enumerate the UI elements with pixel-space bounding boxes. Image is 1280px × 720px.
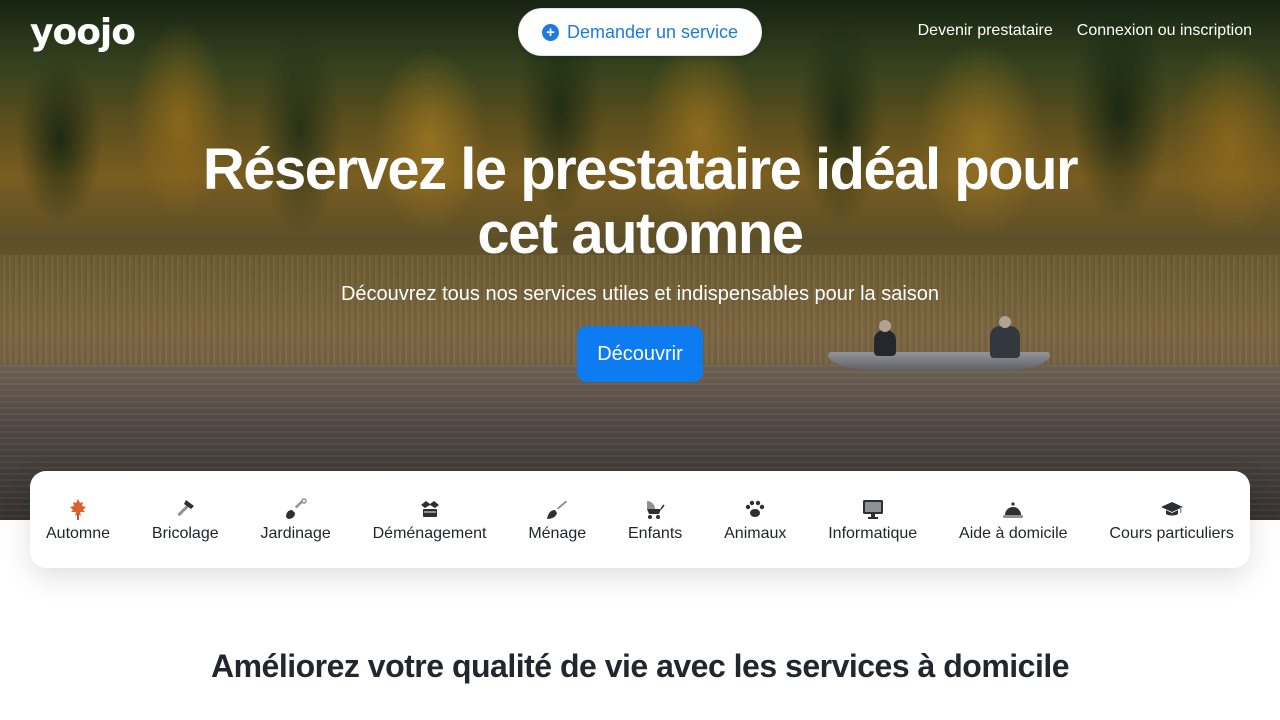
category-diy[interactable]: Bricolage <box>152 497 219 543</box>
top-nav: Devenir prestataire Connexion ou inscrip… <box>918 22 1252 40</box>
login-link[interactable]: Connexion ou inscription <box>1077 22 1252 40</box>
monitor-icon <box>861 497 885 521</box>
category-it[interactable]: Informatique <box>828 497 917 543</box>
paw-icon <box>743 497 767 521</box>
category-label: Enfants <box>628 524 683 542</box>
shovel-icon <box>284 497 308 521</box>
category-label: Aide à domicile <box>959 524 1068 542</box>
request-service-label: Demander un service <box>566 21 739 42</box>
category-cleaning[interactable]: Ménage <box>528 497 586 543</box>
category-animals[interactable]: Animaux <box>724 497 786 543</box>
plus-circle-icon: + <box>541 23 559 41</box>
category-label: Bricolage <box>151 524 219 542</box>
become-provider-link[interactable]: Devenir prestataire <box>918 22 1053 40</box>
category-label: Ménage <box>528 524 587 542</box>
hero-title: Réservez le prestataire idéal pour cet a… <box>202 137 1079 266</box>
category-autumn[interactable]: Automne <box>46 497 110 543</box>
hammer-icon <box>173 497 197 521</box>
graduation-cap-icon <box>1160 497 1184 521</box>
category-tutoring[interactable]: Cours particuliers <box>1109 497 1234 543</box>
service-bell-icon <box>1001 497 1025 521</box>
hero-subtitle: Découvrez tous nos services utiles et in… <box>340 283 940 305</box>
category-gardening[interactable]: Jardinage <box>260 497 331 543</box>
boxes-icon <box>418 497 442 521</box>
brand-logo[interactable]: yoojo <box>30 12 136 53</box>
category-bar: Automne Bricolage Jardinage Déménagement… <box>30 471 1250 568</box>
category-home-help[interactable]: Aide à domicile <box>959 497 1068 543</box>
category-children[interactable]: Enfants <box>628 497 682 543</box>
broom-icon <box>545 497 569 521</box>
category-moving[interactable]: Déménagement <box>372 497 487 543</box>
category-label: Cours particuliers <box>1109 524 1234 542</box>
section-title: Améliorez votre qualité de vie avec les … <box>210 648 1070 684</box>
category-label: Automne <box>46 524 111 542</box>
maple-leaf-icon <box>66 497 90 521</box>
stroller-icon <box>643 497 667 521</box>
category-label: Déménagement <box>372 524 487 542</box>
request-service-button[interactable]: + Demander un service <box>518 8 762 56</box>
discover-button[interactable]: Découvrir <box>577 326 703 382</box>
category-label: Informatique <box>828 524 918 542</box>
category-label: Jardinage <box>260 524 331 542</box>
category-label: Animaux <box>724 524 787 542</box>
